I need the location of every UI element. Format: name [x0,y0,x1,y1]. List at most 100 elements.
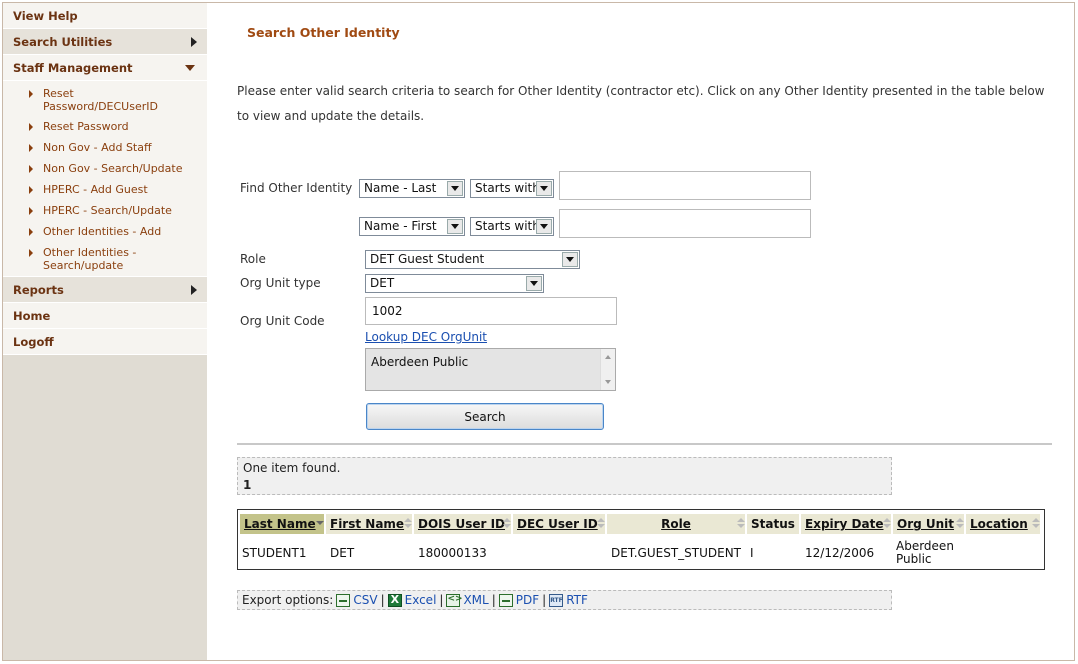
search-field-select-1[interactable]: Name - Last [359,179,465,198]
page-title: Search Other Identity [247,25,400,40]
column-header-location[interactable]: Location [966,514,1040,534]
bullet-arrow-icon [29,207,33,215]
bullet-arrow-icon [29,90,33,98]
dropdown-arrow-icon [536,219,552,234]
sidebar-item-label: Other Identities - [43,246,137,259]
column-header-label: DOIS User ID [418,517,505,531]
sidebar-item-label: HPERC - Add Guest [43,183,148,196]
divider [237,443,1052,445]
sidebar-item-non-gov-search-update[interactable]: Non Gov - Search/Update [3,160,207,181]
sidebar-item-label-line2: Password/DECUserID [43,100,158,113]
match-type-select-2-value: Starts with [475,219,540,233]
sidebar-item-hperc-search-update[interactable]: HPERC - Search/Update [3,202,207,223]
sidebar-item-label: Other Identities - Add [43,225,162,238]
column-header-expiry-date[interactable]: Expiry Date [801,514,891,534]
dropdown-arrow-icon [562,252,578,267]
cell-dois-user-id: 180000133 [418,546,487,560]
search-button[interactable]: Search [366,403,604,430]
nav-logoff[interactable]: Logoff [3,329,207,355]
column-header-role[interactable]: Role [607,514,745,534]
bullet-arrow-icon [29,228,33,236]
intro-text: Please enter valid search criteria to se… [237,84,1045,123]
column-header-label: Role [661,517,691,531]
column-header-dec-user-id[interactable]: DEC User ID [513,514,605,534]
export-csv-link[interactable]: CSV [336,593,378,607]
export-options-label: Export options: [242,593,334,607]
scrollbar[interactable] [600,349,615,390]
column-header-label: Expiry Date [805,517,884,531]
match-type-select-1[interactable]: Starts with [470,179,554,198]
org-unit-type-select-value: DET [370,276,395,290]
nav-home-label: Home [13,308,51,323]
search-value-input-1[interactable] [559,171,811,200]
bullet-arrow-icon [29,165,33,173]
nav-logoff-label: Logoff [13,334,54,349]
match-type-select-2[interactable]: Starts with [470,217,554,236]
lookup-dec-orgunit-link[interactable]: Lookup DEC OrgUnit [365,330,487,344]
export-xml-link[interactable]: XML [446,593,489,607]
cell-expiry-date: 12/12/2006 [805,546,875,560]
bullet-arrow-icon [29,123,33,131]
sidebar-item-non-gov-add-staff[interactable]: Non Gov - Add Staff [3,139,207,160]
sidebar-item-reset-password[interactable]: Reset Password [3,118,207,139]
search-field-select-1-value: Name - Last [364,181,437,195]
nav-search-utilities-label: Search Utilities [13,34,113,49]
org-unit-code-label: Org Unit Code [240,314,325,328]
export-xml-label: XML [463,593,489,607]
nav-view-help[interactable]: View Help [3,3,207,29]
column-header-org-unit[interactable]: Org Unit [893,514,964,534]
column-header-dois-user-id[interactable]: DOIS User ID [414,514,511,534]
separator: | [491,593,496,607]
nav-staff-management-label: Staff Management [13,60,133,75]
role-select-value: DET Guest Student [370,252,485,266]
bullet-arrow-icon [29,186,33,194]
cell-status: I [750,546,754,560]
cell-role: DET.GUEST_STUDENT [611,546,742,560]
export-pdf-label: PDF [515,593,540,607]
export-pdf-link[interactable]: PDF [498,593,540,607]
export-rtf-label: RTF [566,593,588,607]
dropdown-arrow-icon [536,181,552,196]
sidebar-item-label: Reset Password [43,120,129,133]
separator: | [439,593,444,607]
nav-home[interactable]: Home [3,303,207,329]
column-header-last-name[interactable]: Last Name [240,514,324,534]
dropdown-arrow-icon [526,276,542,291]
results-table: Last Name First Name DOIS User ID DEC Us… [237,509,1045,570]
separator: | [380,593,385,607]
bullet-arrow-icon [29,249,33,257]
column-header-first-name[interactable]: First Name [326,514,412,534]
sidebar-item-other-identities-add[interactable]: Other Identities - Add [3,223,207,244]
search-field-select-2-value: Name - First [364,219,437,233]
nav-search-utilities[interactable]: Search Utilities [3,29,207,55]
export-excel-link[interactable]: Excel [387,593,437,607]
dropdown-arrow-icon [447,181,463,196]
dropdown-arrow-icon [447,219,463,234]
column-header-status: Status [747,514,799,534]
export-rtf-link[interactable]: RTF [549,593,588,607]
xml-icon [446,593,463,607]
sidebar-item-reset-password-decuserid[interactable]: Reset Password/DECUserID [3,85,207,118]
excel-icon [387,593,402,607]
org-unit-type-label: Org Unit type [240,276,321,290]
export-options-bar: Export options: CSV | Excel | XML | PDF … [237,590,892,610]
sidebar-item-label: Reset [43,87,74,100]
sidebar-item-label: HPERC - Search/Update [43,204,172,217]
nav-staff-management[interactable]: Staff Management [3,55,207,81]
search-value-input-2[interactable] [559,209,811,238]
staff-management-submenu: Reset Password/DECUserID Reset Password N… [3,81,207,277]
page-number[interactable]: 1 [243,478,886,492]
sidebar-item-hperc-add-guest[interactable]: HPERC - Add Guest [3,181,207,202]
export-excel-label: Excel [404,593,437,607]
search-field-select-2[interactable]: Name - First [359,217,465,236]
chevron-down-icon [185,64,195,71]
column-header-label: DEC User ID [517,517,598,531]
role-label: Role [240,252,266,266]
sidebar-item-other-identities-search-update[interactable]: Other Identities - Search/update [3,244,207,273]
separator: | [542,593,547,607]
org-unit-type-select[interactable]: DET [365,274,544,293]
org-unit-code-input[interactable]: 1002 [365,297,617,325]
sidebar-item-label: Non Gov - Search/Update [43,162,183,175]
role-select[interactable]: DET Guest Student [365,250,580,269]
nav-reports[interactable]: Reports [3,277,207,303]
